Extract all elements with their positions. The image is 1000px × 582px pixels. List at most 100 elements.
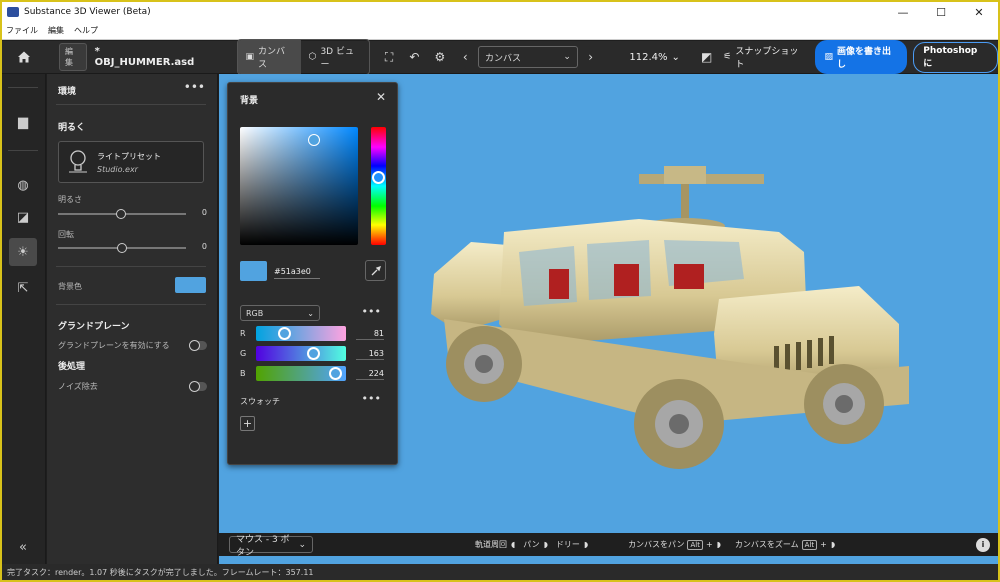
hue-slider-handle[interactable] (372, 171, 385, 184)
color-mode-select[interactable]: RGB ⌄ (240, 305, 320, 321)
app-icon (7, 7, 19, 17)
tab-canvas-label: カンバス (258, 47, 286, 70)
blue-label: B (240, 369, 246, 378)
chevron-down-icon: ⌄ (563, 52, 571, 62)
palette-icon: ◍ (17, 177, 29, 193)
brightness-value[interactable]: 0 (195, 208, 207, 217)
close-icon[interactable]: ✕ (376, 90, 386, 104)
post-processing-section-title: 後処理 (58, 362, 86, 372)
zoom-control[interactable]: 112.4% ⌄ (629, 52, 680, 63)
export-image-label: 画像を書き出し (837, 47, 892, 70)
slider-handle[interactable] (117, 243, 127, 253)
red-label: R (240, 329, 246, 338)
tab-canvas[interactable]: ▣ カンバス (237, 40, 301, 74)
eyedropper-button[interactable] (365, 260, 386, 281)
brightness-slider[interactable] (58, 209, 186, 219)
camera-settings-icon[interactable]: ⚙ (427, 44, 452, 70)
saturation-value-picker[interactable] (240, 127, 358, 245)
orbit-hint: 軌道周回 (475, 540, 507, 549)
divider (56, 304, 206, 305)
green-channel-slider[interactable] (256, 346, 346, 361)
menu-bar: ファイル 編集 ヘルプ (2, 22, 998, 40)
alt-key: Alt (801, 539, 818, 550)
red-slider-handle[interactable] (278, 327, 291, 340)
green-slider-handle[interactable] (307, 347, 320, 360)
hex-input[interactable]: #51a3e0 (274, 267, 320, 279)
lighting-section-title: 明るく (58, 123, 86, 133)
chevron-down-icon: ⌄ (671, 51, 680, 63)
scene-button[interactable]: ◪ (9, 203, 37, 231)
light-preset-card[interactable]: ライトプリセット Studio.exr (58, 141, 204, 183)
green-label: G (240, 349, 247, 358)
environment-button[interactable]: ☀ (9, 238, 37, 266)
red-value[interactable]: 81 (356, 329, 384, 340)
edit-tag[interactable]: 編集 (59, 43, 87, 71)
snapshot-icon: ⚟ (723, 52, 732, 62)
snapshot-button[interactable]: ⚟ スナップショット (723, 44, 805, 70)
swatches-more[interactable]: ••• (362, 392, 381, 405)
send-to-photoshop-button[interactable]: Photoshop に (913, 41, 998, 73)
collapse-panel-button[interactable]: « (9, 533, 37, 561)
denoise-toggle[interactable] (189, 381, 207, 392)
slider-handle[interactable] (116, 209, 126, 219)
fit-frame-icon[interactable]: ⛶ (376, 44, 401, 70)
materials-button[interactable]: ◍ (9, 171, 37, 199)
red-channel-slider[interactable] (256, 326, 346, 341)
background-color-swatch[interactable] (175, 277, 206, 293)
color-picker-handle[interactable] (308, 134, 320, 146)
document-name: * OBJ_HUMMER.asd (94, 46, 195, 68)
rail-divider (8, 150, 38, 151)
title-bar: Substance 3D Viewer (Beta) — ☐ ✕ (2, 2, 998, 22)
ground-plane-toggle[interactable] (189, 340, 207, 351)
color-options-more[interactable]: ••• (362, 305, 381, 318)
export-image-button[interactable]: ▨ 画像を書き出し (815, 40, 908, 74)
divider (56, 266, 206, 267)
minimize-button[interactable]: — (884, 2, 922, 22)
render-settings-icon[interactable]: ◩ (694, 44, 719, 70)
chevron-down-icon: ⌄ (298, 539, 306, 550)
home-button[interactable] (2, 41, 45, 74)
viewport-bottom-bar: マウス - 3 ボタン ⌄ 軌道周回 ◖ パン ◗ ドリー ◗ カンバスをパン … (219, 533, 998, 558)
environment-panel: 環境 ••• 明るく ライトプリセット Studio.exr 明るさ 0 回転 … (47, 74, 218, 564)
export-button[interactable]: ⇱ (9, 274, 37, 302)
green-value[interactable]: 163 (356, 349, 384, 360)
panel-title: 環境 (58, 87, 77, 97)
canvas-zoom-hint: カンバスをズーム (734, 540, 799, 549)
blue-value[interactable]: 224 (356, 369, 384, 380)
assets-button[interactable]: ▆ (9, 108, 37, 136)
camera-select[interactable]: カンバス ⌄ (477, 46, 578, 68)
next-camera-icon[interactable]: › (578, 44, 603, 70)
home-icon (17, 51, 30, 63)
mouse-left-icon: ◖ (511, 540, 516, 549)
reset-view-icon[interactable]: ↶ (402, 44, 427, 70)
add-swatch-button[interactable]: + (240, 416, 255, 431)
preset-name: ライトプリセット (97, 152, 161, 161)
maximize-button[interactable]: ☐ (922, 2, 960, 22)
panel-more-icon[interactable]: ••• (184, 80, 205, 94)
cube-icon: ⬡ (308, 52, 317, 62)
prev-camera-icon[interactable]: ‹ (453, 44, 478, 70)
rotation-value[interactable]: 0 (195, 242, 207, 251)
rotation-slider[interactable] (58, 243, 186, 253)
sun-icon: ☀ (17, 244, 29, 260)
blue-slider-handle[interactable] (329, 367, 342, 380)
preset-file: Studio.exr (97, 165, 138, 174)
menu-edit[interactable]: 編集 (48, 25, 64, 36)
swatches-label: スウォッチ (240, 397, 280, 406)
info-icon[interactable]: i (976, 537, 990, 552)
hue-slider[interactable] (371, 127, 386, 245)
light-bulb-icon (69, 150, 87, 173)
mouse-mode-select[interactable]: マウス - 3 ボタン ⌄ (229, 535, 313, 558)
dolly-hint: ドリー (555, 540, 580, 549)
mouse-right-icon: ◗ (583, 540, 589, 549)
tab-3d-view[interactable]: ⬡ 3D ビュー (301, 40, 370, 74)
menu-file[interactable]: ファイル (6, 25, 38, 36)
plus-sign: + (705, 540, 713, 549)
menu-help[interactable]: ヘルプ (74, 25, 98, 36)
close-button[interactable]: ✕ (960, 2, 998, 22)
app-window: Substance 3D Viewer (Beta) — ☐ ✕ ファイル 編集… (0, 0, 1000, 582)
folder-icon: ▆ (18, 114, 28, 130)
mouse-middle-icon: ◗ (716, 540, 721, 549)
ground-plane-section-title: グランドプレーン (58, 322, 130, 332)
mouse-mode-value: マウス - 3 ボタン (236, 534, 290, 558)
